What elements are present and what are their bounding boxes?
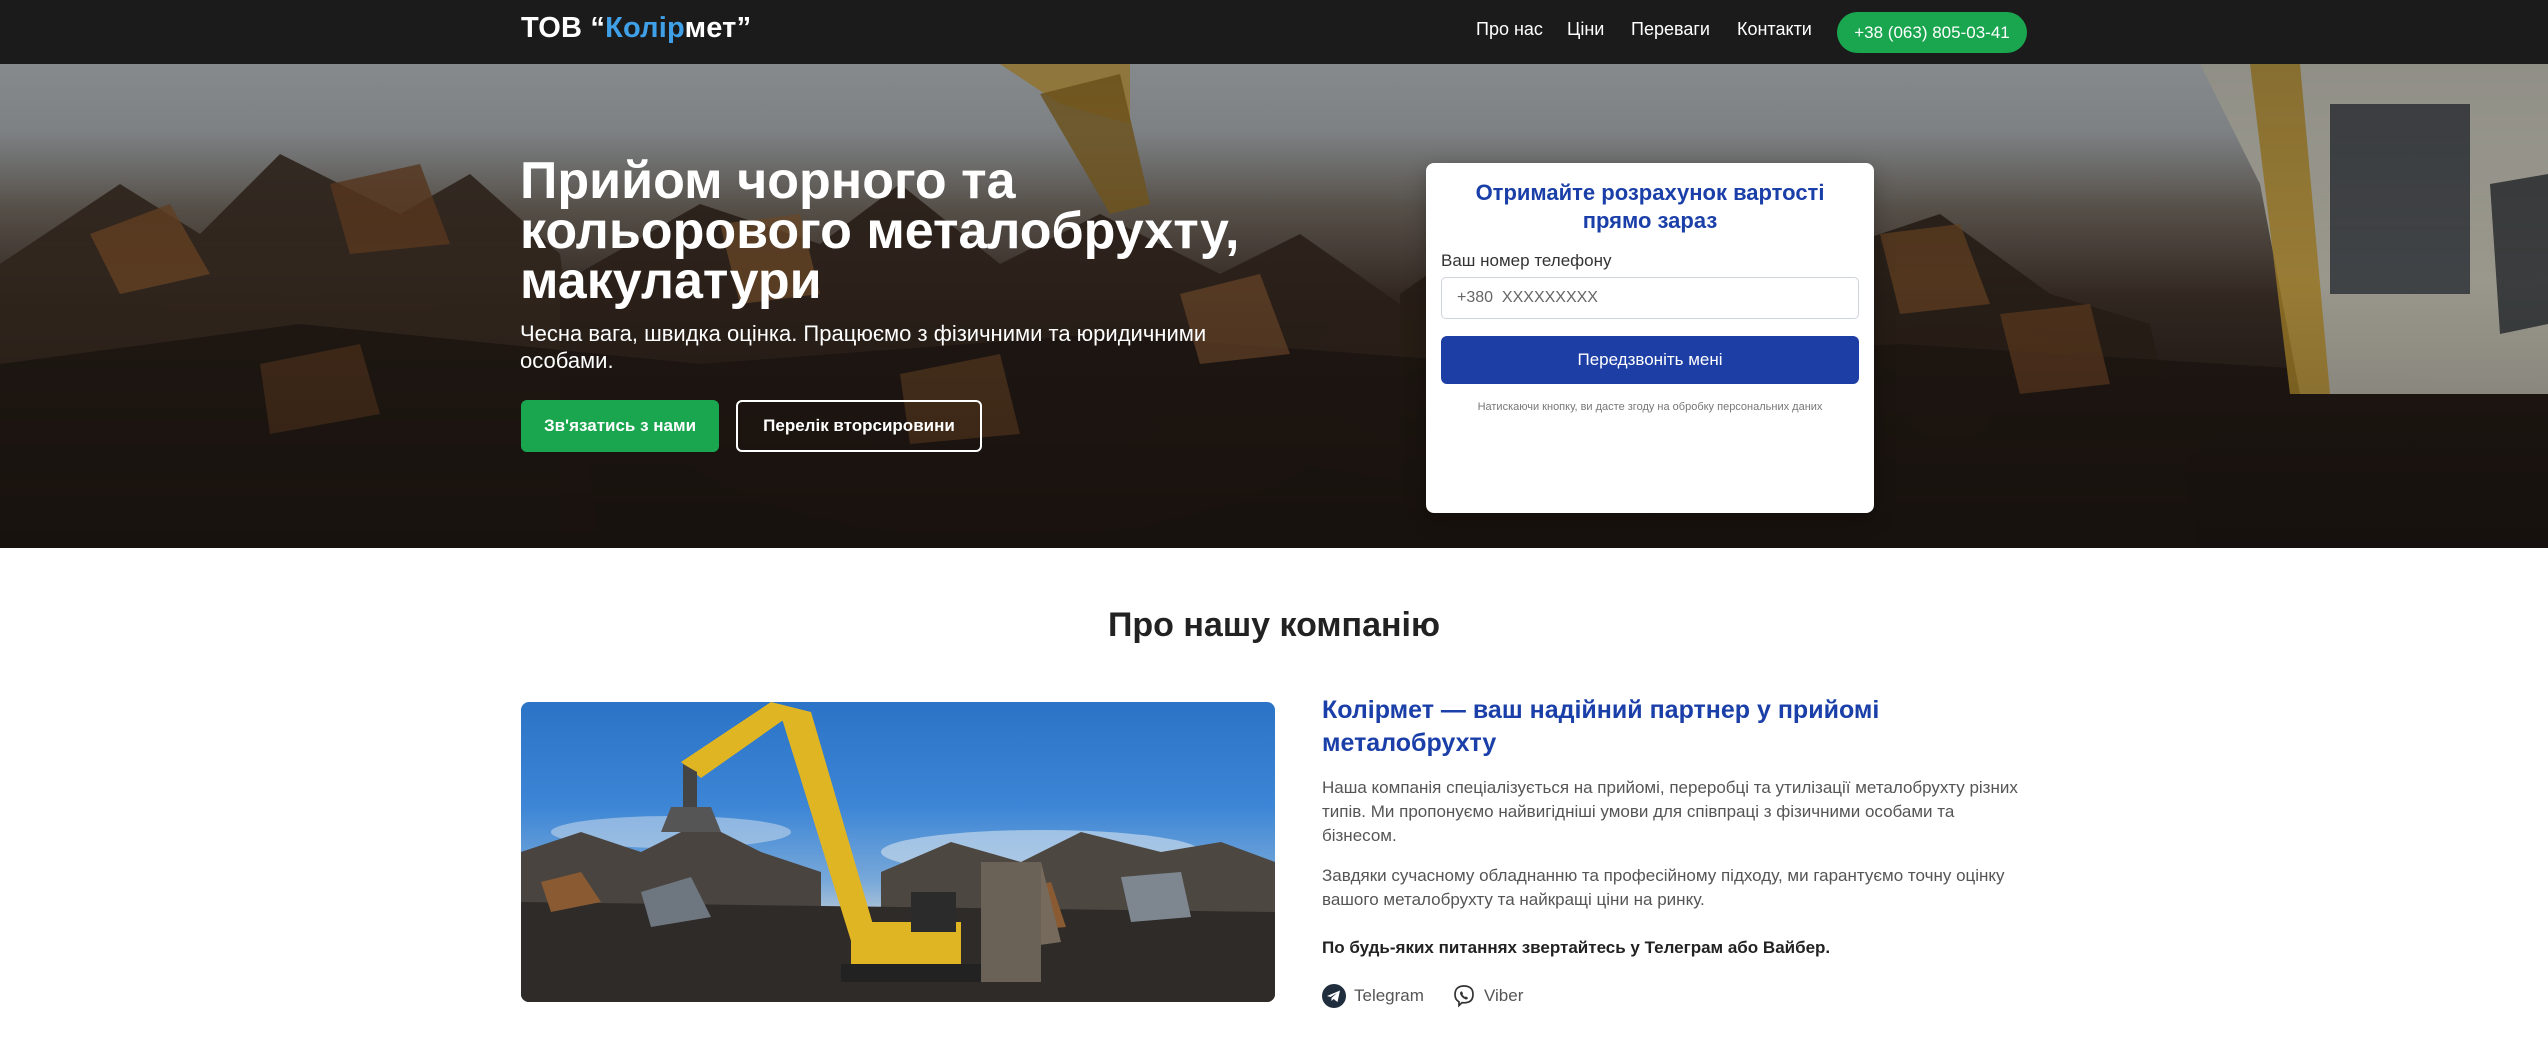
telegram-link[interactable]: Telegram <box>1322 983 1424 1009</box>
hero-subtitle: Чесна вага, швидка оцінка. Працюємо з фі… <box>520 321 1207 373</box>
brand-part1: Колір <box>605 12 685 44</box>
phone-button[interactable]: +38 (063) 805-03-41 <box>1837 12 2027 53</box>
about-paragraph-1: Наша компанія спеціалізується на прийомі… <box>1322 778 2018 845</box>
hero-overlay <box>0 64 2548 548</box>
viber-icon <box>1452 984 1476 1008</box>
about-heading: Про нашу компанію <box>1107 606 1441 644</box>
form-title: Отримайте розрахунок вартості прямо зара… <box>1475 180 1825 233</box>
phone-input[interactable] <box>1441 277 1859 319</box>
hero-section: Прийом чорного та кольорового металобрух… <box>0 64 2548 548</box>
navbar: ТОВ “Колірмет” Про нас Ціни Переваги Кон… <box>0 0 2548 64</box>
brand-prefix: ТОВ “ <box>521 12 606 44</box>
hero-title: Прийом чорного та кольорового металобрух… <box>520 152 1240 310</box>
nav-link-contacts[interactable]: Контакти <box>1737 19 1812 40</box>
telegram-label: Telegram <box>1354 986 1424 1005</box>
consent-note: Натискаючи кнопку, ви дасте згоду на обр… <box>1477 401 1823 413</box>
phone-label: Ваш номер телефону <box>1441 251 1612 270</box>
materials-list-button[interactable]: Перелік вторсировини <box>736 400 982 452</box>
callback-submit-button[interactable]: Передзвоніть мені <box>1441 336 1859 384</box>
brand-part2: мет <box>684 12 737 44</box>
about-title: Колірмет — ваш надійний партнер у прийом… <box>1322 696 1880 757</box>
viber-link[interactable]: Viber <box>1452 983 1523 1009</box>
excavator-scrap-image <box>521 702 1275 1002</box>
about-contact-note: По будь-яких питаннях звертайтесь у Теле… <box>1322 938 1831 957</box>
brand-suffix: ” <box>736 12 752 44</box>
about-paragraph-2: Завдяки сучасному обладнанню та професій… <box>1322 866 2005 909</box>
contact-us-button[interactable]: Зв'язатись з нами <box>521 400 719 452</box>
nav-link-prices[interactable]: Ціни <box>1567 19 1604 40</box>
nav-link-about[interactable]: Про нас <box>1476 19 1543 40</box>
viber-label: Viber <box>1484 986 1524 1005</box>
telegram-icon <box>1322 984 1346 1008</box>
about-photo <box>521 702 1275 1002</box>
brand-logo[interactable]: ТОВ “Колірмет” <box>521 12 751 45</box>
callback-form: Отримайте розрахунок вартості прямо зара… <box>1426 163 1874 513</box>
nav-link-advantages[interactable]: Переваги <box>1631 19 1710 40</box>
